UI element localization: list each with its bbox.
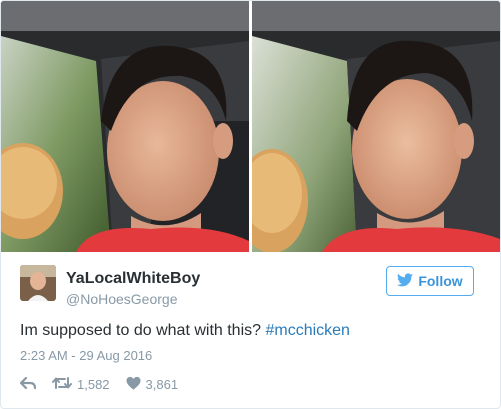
tweet-photo-left[interactable]	[1, 1, 249, 252]
tweet-timestamp[interactable]: 2:23 AM - 29 Aug 2016	[20, 348, 152, 363]
tweet-actions: 1,582 3,861	[19, 375, 194, 393]
follow-button[interactable]: Follow	[386, 266, 474, 296]
hashtag-link[interactable]: #mcchicken	[265, 322, 349, 339]
avatar[interactable]	[20, 265, 56, 301]
heart-icon	[126, 376, 141, 393]
reply-icon	[19, 376, 37, 393]
follow-button-label: Follow	[418, 273, 463, 289]
retweet-button[interactable]: 1,582	[52, 376, 110, 393]
like-count: 3,861	[145, 376, 179, 392]
retweet-icon	[52, 376, 72, 393]
like-button[interactable]: 3,861	[126, 376, 179, 393]
tweet-text: Im supposed to do what with this? #mcchi…	[20, 322, 350, 340]
retweet-count: 1,582	[77, 376, 110, 392]
tweet-text-body: Im supposed to do what with this?	[20, 322, 266, 339]
twitter-bird-icon	[397, 272, 414, 290]
tweet-header: YaLocalWhiteBoy @NoHoesGeorge Follow	[20, 265, 482, 309]
reply-button[interactable]	[19, 376, 37, 393]
display-name[interactable]: YaLocalWhiteBoy	[66, 270, 200, 288]
tweet-media[interactable]	[1, 1, 500, 252]
tweet-card: YaLocalWhiteBoy @NoHoesGeorge Follow Im …	[0, 0, 501, 409]
user-handle[interactable]: @NoHoesGeorge	[66, 291, 178, 307]
tweet-photo-right[interactable]	[252, 1, 500, 252]
